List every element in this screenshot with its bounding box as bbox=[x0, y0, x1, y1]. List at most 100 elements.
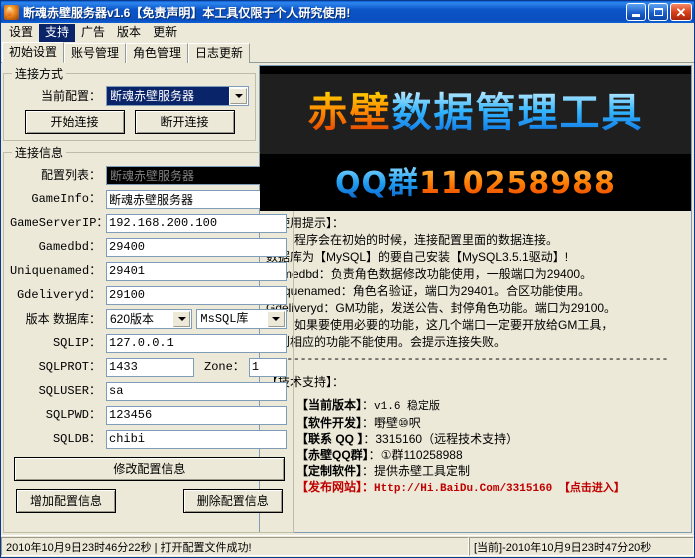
help-text-panel: 【使用提示】： 程序会在初始的时候，连接配置里面的数据连接。 数据库为【MySQ… bbox=[260, 211, 691, 532]
connection-info-group: 连接信息 配置列表： 断魂赤壁服务器 GameInfo： GameServerI… bbox=[3, 144, 294, 533]
sqlpwd-label: SQLPWD： bbox=[10, 408, 106, 422]
close-icon: ✕ bbox=[676, 6, 687, 19]
current-config-dropdown[interactable]: 断魂赤壁服务器 bbox=[106, 86, 249, 106]
support-heading: 【技术支持】： bbox=[266, 374, 685, 391]
gameserverip-input[interactable] bbox=[106, 214, 287, 233]
sqlprot-input[interactable] bbox=[106, 358, 194, 377]
support-sep: ： bbox=[362, 398, 374, 412]
sqlip-input[interactable] bbox=[106, 334, 287, 353]
status-message: 2010年10月9日23时46分22秒 | 打开配置文件成功! bbox=[1, 537, 469, 556]
support-key-current-version: 【当前版本】 bbox=[296, 398, 362, 412]
left-column: 连接方式 当前配置： 断魂赤壁服务器 开始连接 断开连接 连接信息 配置列表： bbox=[3, 65, 256, 533]
support-row-current-version: 【当前版本】：v1.6 稳定版 bbox=[296, 397, 685, 415]
support-key-website: 【发布网站】 bbox=[296, 480, 362, 494]
support-sep: ： bbox=[369, 448, 381, 462]
status-bar: 2010年10月9日23时46分22秒 | 打开配置文件成功! [当前]-201… bbox=[1, 535, 694, 557]
tab-strip: 初始设置 账号管理 角色管理 日志更新 bbox=[1, 42, 694, 63]
sqldb-row: SQLDB： bbox=[10, 429, 287, 449]
support-value-qq-group: ①群110258988 bbox=[381, 448, 463, 462]
support-value-website-link[interactable]: Http://Hi.BaiDu.Com/3315160 【点击进入】 bbox=[374, 483, 625, 495]
support-value-custom-software: 提供赤壁工具定制 bbox=[374, 464, 470, 478]
banner-title-part2: 数据管理工具 bbox=[392, 90, 644, 136]
delete-config-button[interactable]: 删除配置信息 bbox=[183, 489, 283, 513]
close-button[interactable]: ✕ bbox=[670, 3, 692, 21]
connection-info-legend: 连接信息 bbox=[12, 144, 66, 161]
tab-log-update[interactable]: 日志更新 bbox=[188, 43, 250, 63]
support-sep: ： bbox=[362, 416, 374, 430]
sqluser-input[interactable] bbox=[106, 382, 287, 401]
version-database-label: 版本 数据库： bbox=[10, 312, 106, 326]
gamedbd-input[interactable] bbox=[106, 238, 287, 257]
menu-item-update[interactable]: 更新 bbox=[147, 24, 183, 42]
gdeliveryd-row: Gdeliveryd： bbox=[10, 285, 287, 305]
maximize-button[interactable] bbox=[648, 3, 668, 21]
sqluser-row: SQLUSER： bbox=[10, 381, 287, 401]
support-sep: ： bbox=[362, 480, 374, 494]
disconnect-button[interactable]: 断开连接 bbox=[135, 110, 235, 134]
connection-buttons: 开始连接 断开连接 bbox=[10, 110, 249, 134]
support-value-qq: 3315160（远程技术支持） bbox=[375, 432, 518, 446]
modify-config-button[interactable]: 修改配置信息 bbox=[14, 457, 285, 481]
support-sep: ： bbox=[363, 432, 375, 446]
sqlpwd-input[interactable] bbox=[106, 406, 287, 425]
support-row-custom-software: 【定制软件】：提供赤壁工具定制 bbox=[296, 463, 685, 479]
support-key-custom-software: 【定制软件】 bbox=[296, 464, 362, 478]
start-connection-button[interactable]: 开始连接 bbox=[25, 110, 125, 134]
help-line-4: Uniquenamed：角色名验证，端口为29401。合区功能使用。 bbox=[266, 283, 685, 300]
add-config-button[interactable]: 增加配置信息 bbox=[16, 489, 116, 513]
support-row-qq: 【联系 QQ 】：3315160（远程技术支持） bbox=[296, 431, 685, 447]
window-controls: ✕ bbox=[626, 3, 692, 21]
tab-role-management[interactable]: 角色管理 bbox=[126, 43, 188, 63]
uniquenamed-label: Uniquenamed： bbox=[10, 264, 106, 278]
zone-input[interactable] bbox=[249, 358, 287, 377]
chevron-down-icon[interactable] bbox=[268, 311, 285, 327]
menu-item-support[interactable]: 支持 bbox=[39, 24, 75, 42]
help-line-7: 否则相应的功能不能使用。会提示连接失败。 bbox=[266, 334, 685, 351]
menu-item-ads[interactable]: 广告 bbox=[75, 24, 111, 42]
help-divider: ----------------------------------------… bbox=[266, 351, 685, 368]
support-key-developer: 【软件开发】 bbox=[296, 416, 362, 430]
gameinfo-row: GameInfo： bbox=[10, 189, 287, 209]
chevron-down-icon[interactable] bbox=[173, 311, 190, 327]
menu-item-settings[interactable]: 设置 bbox=[3, 24, 39, 42]
tab-initial-settings[interactable]: 初始设置 bbox=[2, 42, 64, 63]
minimize-button[interactable] bbox=[626, 3, 646, 21]
gameserverip-row: GameServerIP： bbox=[10, 213, 287, 233]
menu-item-version[interactable]: 版本 bbox=[111, 24, 147, 42]
banner-qq-line: QQ群110258988 bbox=[260, 158, 691, 202]
current-config-row: 当前配置： 断魂赤壁服务器 bbox=[10, 86, 249, 106]
gameserverip-label: GameServerIP： bbox=[10, 216, 106, 230]
status-current-time: [当前]-2010年10月9日23时47分20秒 bbox=[469, 537, 694, 556]
banner-qq-label: QQ群 bbox=[335, 166, 419, 201]
sqlip-label: SQLIP： bbox=[10, 336, 106, 350]
uniquenamed-row: Uniquenamed： bbox=[10, 261, 287, 281]
window-title: 断魂赤壁服务器v1.6【免责声明】本工具仅限于个人研究使用! bbox=[23, 4, 626, 21]
help-line-2: 数据库为【MySQL】的要自己安装【MySQL3.5.1驱动】! bbox=[266, 249, 685, 266]
support-key-qq-group: 【赤壁QQ群】 bbox=[296, 448, 369, 462]
tab-account-management[interactable]: 账号管理 bbox=[64, 43, 126, 63]
sqldb-input[interactable] bbox=[106, 430, 287, 449]
support-key-qq: 【联系 QQ 】 bbox=[296, 432, 363, 446]
database-value: MsSQL库 bbox=[197, 310, 266, 328]
support-value-current-version: v1.6 稳定版 bbox=[374, 401, 440, 413]
gdeliveryd-input[interactable] bbox=[106, 286, 287, 305]
support-row-website[interactable]: 【发布网站】：Http://Hi.BaiDu.Com/3315160 【点击进入… bbox=[296, 479, 685, 497]
help-line-5: Gdeliveryd：GM功能，发送公告、封停角色功能。端口为29100。 bbox=[266, 300, 685, 317]
right-column: 赤壁数据管理工具 QQ群110258988 【使用提示】： 程序会在初始的时候，… bbox=[259, 65, 692, 533]
config-list-label: 配置列表： bbox=[10, 168, 106, 182]
sqlpwd-row: SQLPWD： bbox=[10, 405, 287, 425]
banner-title-part1: 赤壁 bbox=[308, 90, 392, 136]
gameinfo-label: GameInfo： bbox=[10, 192, 106, 206]
support-info-list: 【当前版本】：v1.6 稳定版 【软件开发】：嘢壁⑩呎 【联系 QQ 】：331… bbox=[266, 397, 685, 497]
banner-title: 赤壁数据管理工具 bbox=[260, 80, 691, 146]
database-dropdown[interactable]: MsSQL库 bbox=[196, 309, 286, 329]
uniquenamed-input[interactable] bbox=[106, 262, 287, 281]
gdeliveryd-label: Gdeliveryd： bbox=[10, 288, 106, 302]
version-dropdown[interactable]: 620版本 bbox=[106, 309, 192, 329]
chevron-down-icon[interactable] bbox=[230, 88, 247, 104]
sqldb-label: SQLDB： bbox=[10, 432, 106, 446]
support-value-developer: 嘢壁⑩呎 bbox=[374, 416, 421, 430]
title-bar: 断魂赤壁服务器v1.6【免责声明】本工具仅限于个人研究使用! ✕ bbox=[1, 1, 694, 23]
gamedbd-label: Gamedbd： bbox=[10, 240, 106, 254]
version-value: 620版本 bbox=[107, 310, 172, 328]
